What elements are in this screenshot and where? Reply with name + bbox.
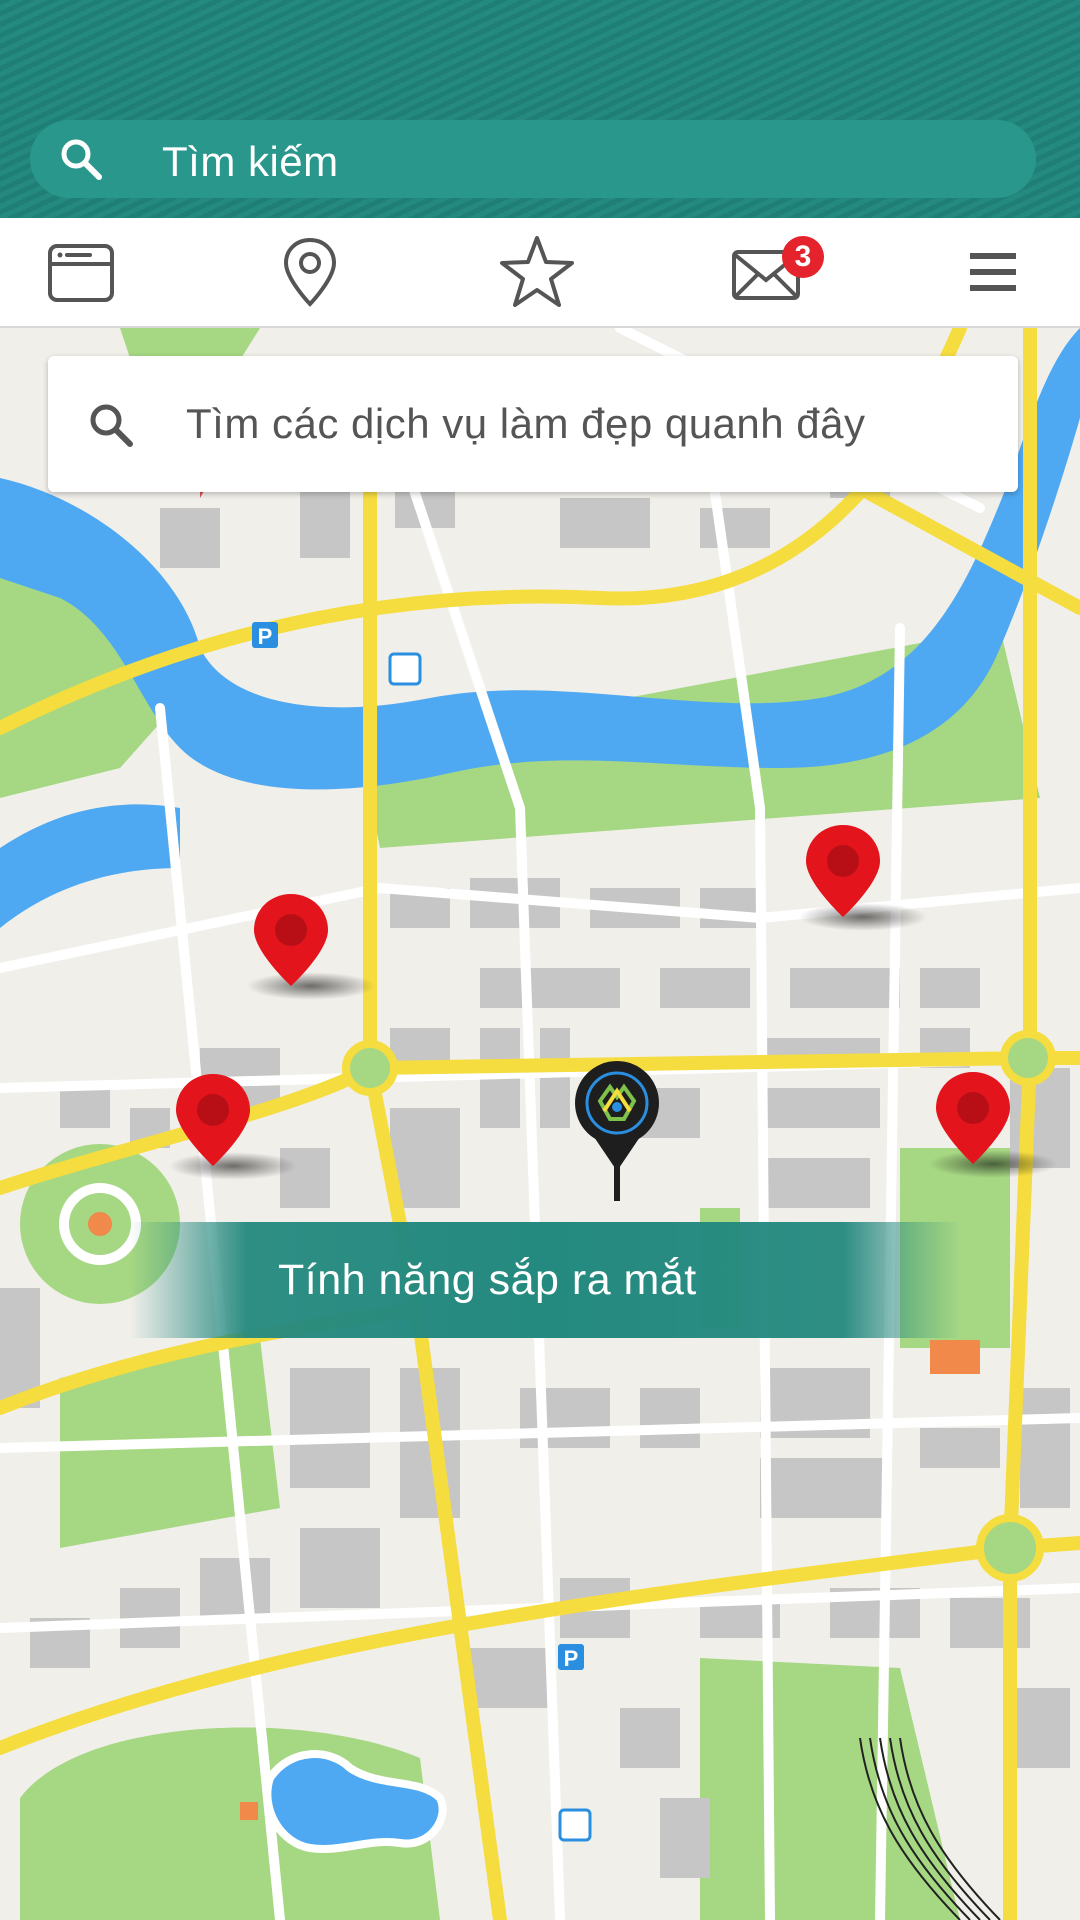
map-pin-icon	[936, 1072, 1010, 1164]
red-map-pin[interactable]	[928, 1068, 1058, 1178]
notification-badge: 3	[782, 236, 824, 278]
map-pin-icon	[806, 825, 880, 917]
brand-map-pin[interactable]	[570, 1061, 664, 1201]
favorites-button[interactable]	[497, 232, 577, 312]
map-pin-icon	[254, 894, 328, 986]
beauty-search-field[interactable]: Tìm các dịch vụ làm đẹp quanh đây	[48, 356, 1018, 492]
brand-logo-icon	[575, 1061, 659, 1201]
messages-button[interactable]: 3	[728, 232, 824, 312]
search-icon	[61, 139, 102, 180]
map-view[interactable]: P P Tìm các dịch vụ làm đẹp quanh đây Tí…	[0, 328, 1080, 1920]
search-bar[interactable]: Tìm kiếm	[30, 120, 1036, 198]
red-map-pin[interactable]	[168, 1070, 298, 1180]
browser-window-icon	[48, 244, 114, 302]
beauty-search-placeholder: Tìm các dịch vụ làm đẹp quanh đây	[186, 400, 866, 447]
red-map-pin[interactable]	[246, 890, 376, 1000]
location-button[interactable]	[270, 232, 350, 312]
browser-window-button[interactable]	[42, 232, 122, 312]
red-map-pin[interactable]	[798, 821, 928, 931]
star-icon	[500, 236, 574, 307]
search-icon	[90, 404, 133, 447]
toolbar: 3	[0, 218, 1080, 328]
map-pin-icon	[176, 1074, 250, 1166]
menu-button[interactable]	[954, 232, 1034, 312]
location-pin-icon	[283, 237, 337, 307]
hamburger-menu-icon	[970, 253, 1016, 291]
coming-soon-banner: Tính năng sắp ra mắt	[130, 1222, 960, 1338]
app-header: Tìm kiếm	[0, 0, 1080, 218]
coming-soon-label: Tính năng sắp ra mắt	[278, 1256, 697, 1304]
svg-text:P: P	[258, 624, 273, 649]
map-illustration: P P	[0, 328, 1080, 1920]
svg-text:P: P	[564, 1646, 579, 1671]
search-label: Tìm kiếm	[162, 138, 339, 185]
